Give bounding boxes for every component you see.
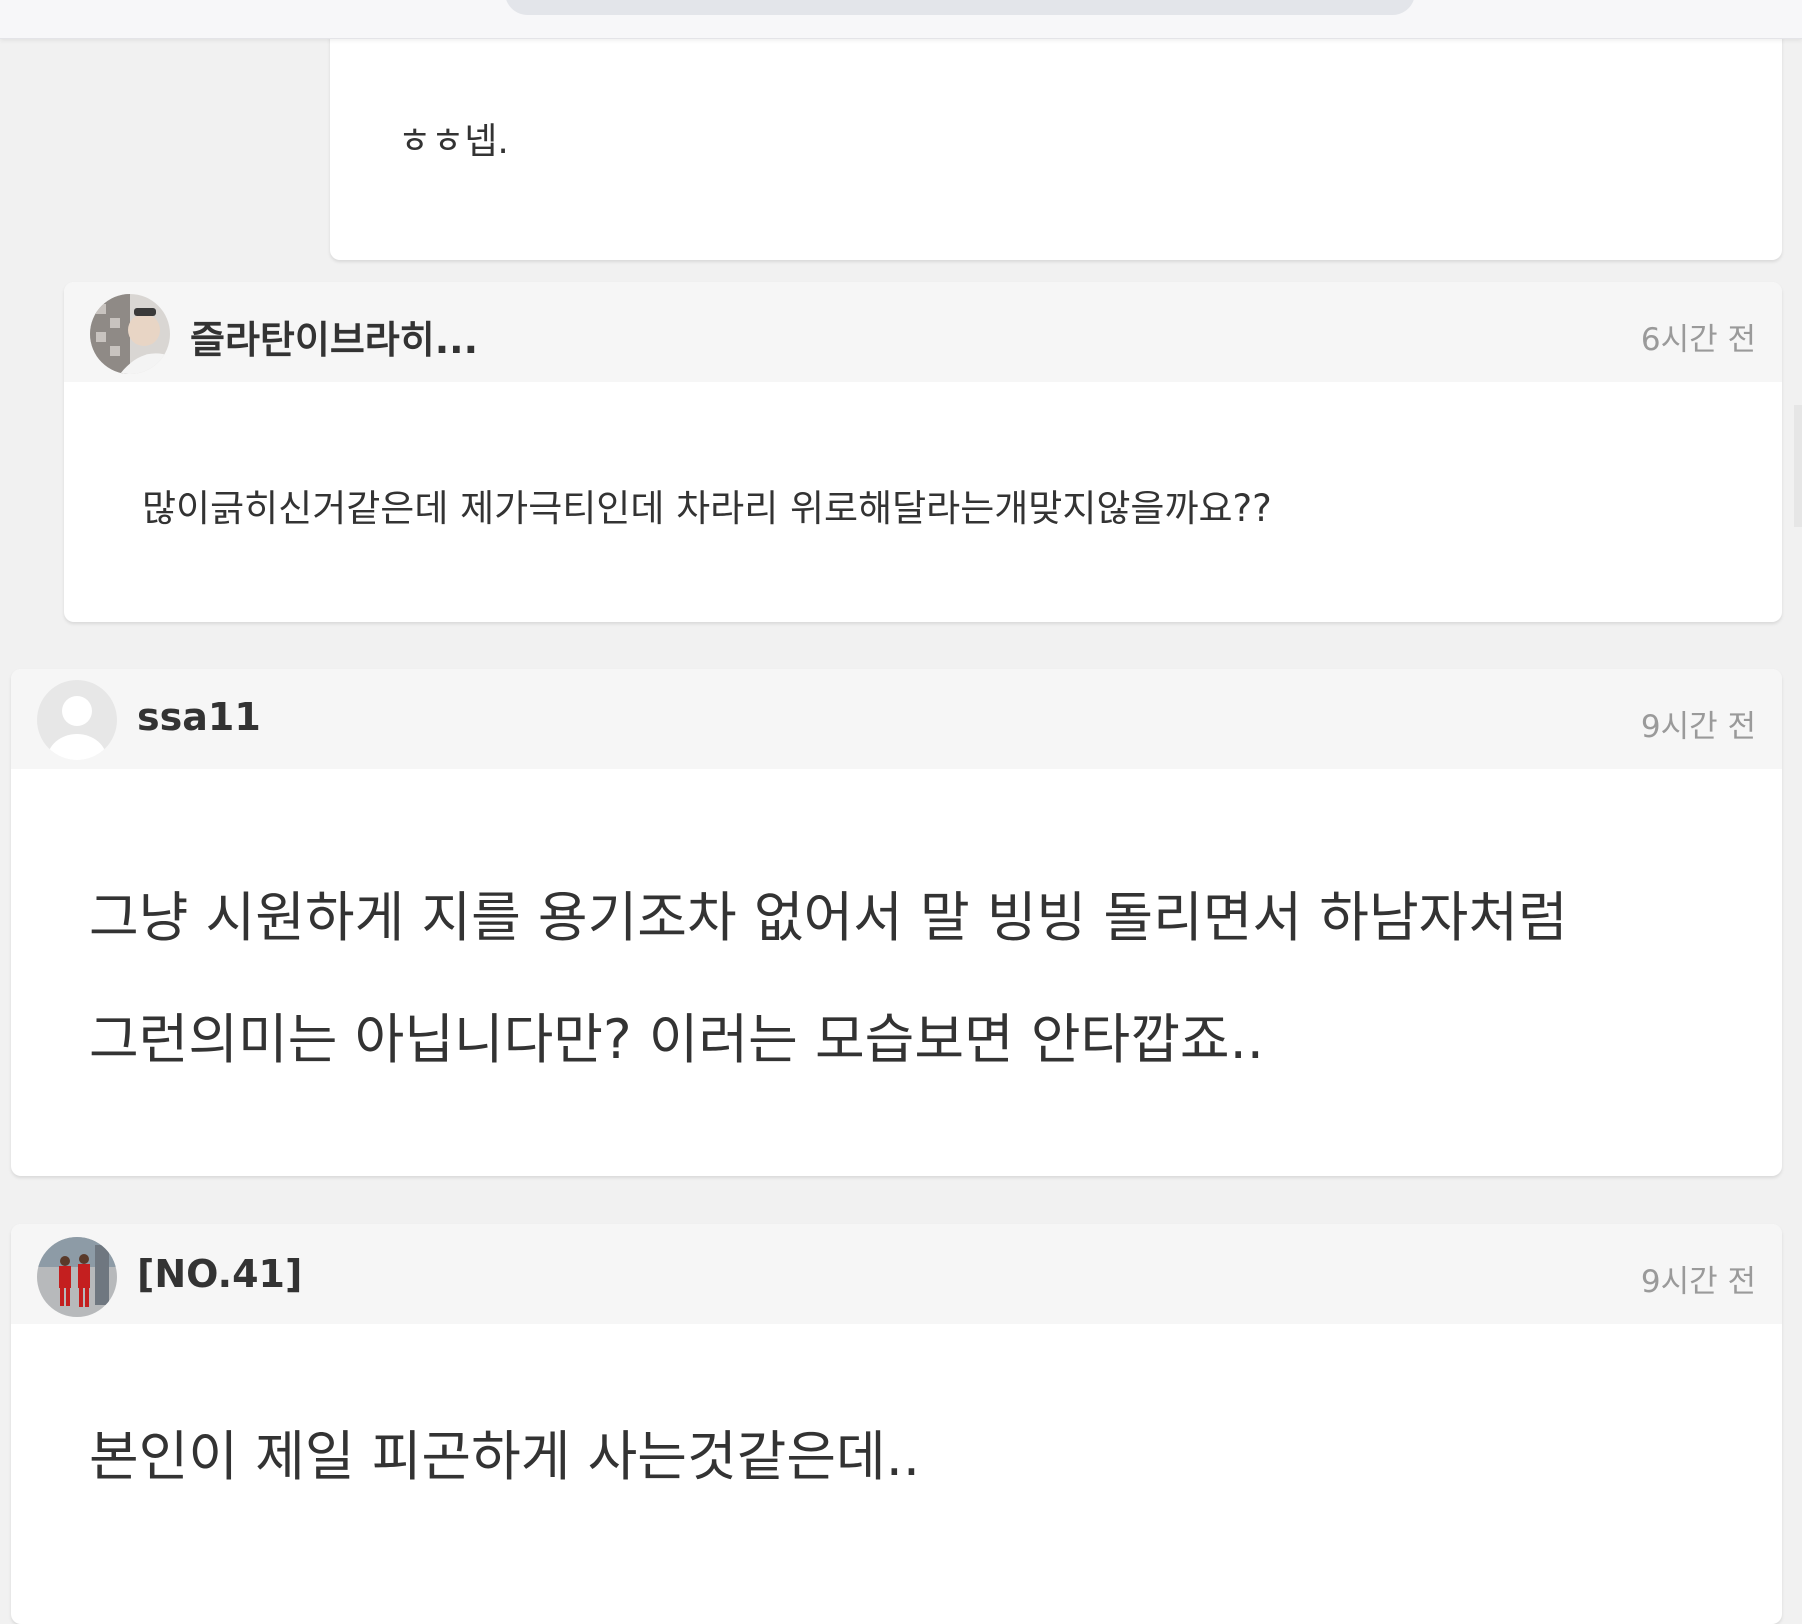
comment-header: [NO.41] 9시간 전 <box>11 1224 1782 1324</box>
search-bar[interactable] <box>505 0 1415 15</box>
default-user-avatar-icon-graphic <box>47 696 107 760</box>
comment-body: ㅎㅎ넵. <box>398 121 509 162</box>
comment-username[interactable]: [NO.41] <box>137 1252 302 1296</box>
avatar-photo-icon-graphic <box>90 294 170 374</box>
comment-body-line: 그냥 시원하게 지를 용기조차 없어서 말 빙빙 돌리면서 하남자처럼 <box>89 886 1568 949</box>
comment-username[interactable]: ssa11 <box>137 695 261 739</box>
default-user-avatar-icon[interactable] <box>37 680 117 760</box>
comment-card: 즐라탄이브라히... 6시간 전 많이긁히신거같은데 제가극티인데 차라리 위로… <box>64 282 1782 622</box>
comment-body: 본인이 제일 피곤하게 사는것같은데.. <box>89 1425 921 1488</box>
comment-card: ssa11 9시간 전 그냥 시원하게 지를 용기조차 없어서 말 빙빙 돌리면… <box>11 669 1782 1176</box>
comment-timestamp: 9시간 전 <box>1640 709 1756 745</box>
comment-timestamp: 6시간 전 <box>1640 322 1756 358</box>
comment-card: [NO.41] 9시간 전 본인이 제일 피곤하게 사는것같은데.. <box>11 1224 1782 1624</box>
comment-username[interactable]: 즐라탄이브라히... <box>190 309 478 364</box>
comment-body-line: 그런의미는 아닙니다만? 이러는 모습보면 안타깝죠.. <box>89 1008 1264 1071</box>
comment-header: 즐라탄이브라히... 6시간 전 <box>64 282 1782 382</box>
scrollbar[interactable] <box>1794 405 1802 527</box>
comment-card-reply: ㅎㅎ넵. <box>330 0 1782 260</box>
comment-header: ssa11 9시간 전 <box>11 669 1782 769</box>
avatar-players-icon[interactable] <box>37 1237 117 1317</box>
avatar-photo-icon[interactable] <box>90 294 170 374</box>
comment-timestamp: 9시간 전 <box>1640 1264 1756 1300</box>
comment-body: 많이긁히신거같은데 제가극티인데 차라리 위로해달라는개맞지않을까요?? <box>142 487 1272 530</box>
top-bar <box>0 0 1802 39</box>
avatar-players-icon-graphic <box>37 1237 117 1317</box>
